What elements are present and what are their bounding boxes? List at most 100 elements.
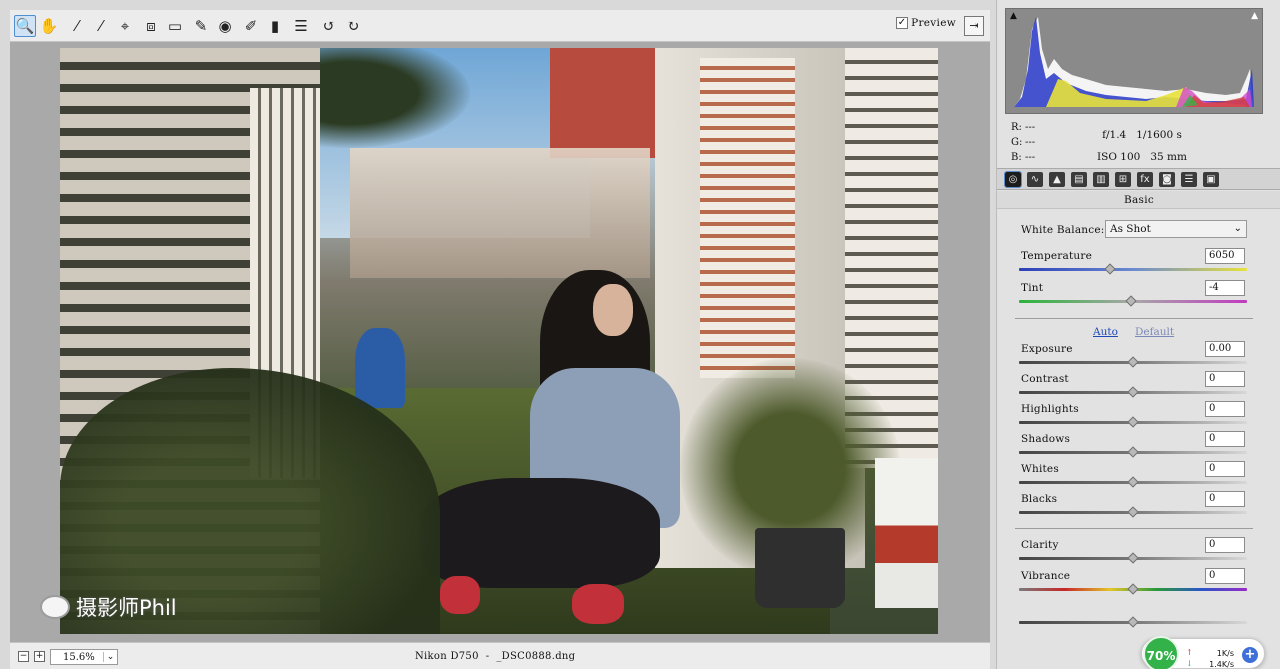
network-speed-widget[interactable]: 70% ↑ 1K/s ↓ 1.4K/s +	[1141, 636, 1265, 669]
temperature-label: Temperature	[1021, 250, 1092, 262]
preview-label: Preview	[911, 17, 956, 29]
tab-snapshots-icon[interactable]: ▣	[1203, 172, 1219, 187]
photo-pergola	[350, 148, 650, 278]
clarity-slider-thumb[interactable]	[1127, 552, 1139, 564]
zoom-out-button[interactable]: −	[18, 651, 29, 662]
tab-camera-calibration-icon[interactable]: ◙	[1159, 172, 1175, 187]
vibrance-value-field[interactable]: 0	[1205, 568, 1245, 584]
tab-hsl-icon[interactable]: ▤	[1071, 172, 1087, 187]
rotate-ccw-tool-icon[interactable]: ↺	[318, 15, 340, 37]
b-value: ---	[1025, 152, 1036, 163]
chevron-down-icon: ⌄	[103, 652, 117, 662]
temperature-value-field[interactable]: 6050	[1205, 248, 1245, 264]
preview-checkbox[interactable]: ✓	[896, 17, 909, 29]
temperature-slider-track[interactable]	[1019, 268, 1247, 271]
zoom-in-button[interactable]: +	[34, 651, 45, 662]
tab-lens-corrections-icon[interactable]: ⊞	[1115, 172, 1131, 187]
highlights-slider-thumb[interactable]	[1127, 416, 1139, 428]
tint-slider-thumb[interactable]	[1125, 295, 1137, 307]
shadows-slider-thumb[interactable]	[1127, 446, 1139, 458]
contrast-slider-thumb[interactable]	[1127, 386, 1139, 398]
whites-value-field[interactable]: 0	[1205, 461, 1245, 477]
blacks-value-field[interactable]: 0	[1205, 491, 1245, 507]
clarity-value-field[interactable]: 0	[1205, 537, 1245, 553]
white-balance-select[interactable]: As Shot ⌄	[1105, 220, 1247, 238]
rgb-readout: R: --- G: --- B: ---	[1011, 120, 1035, 165]
crop-tool-icon[interactable]: ⧈	[140, 15, 162, 37]
file-info[interactable]: Nikon D750 - _DSC0888.dng	[415, 651, 575, 662]
divider	[1015, 318, 1253, 319]
contrast-label: Contrast	[1021, 373, 1069, 385]
red-eye-tool-icon[interactable]: ◉	[214, 15, 236, 37]
photo-subject-shoe	[572, 584, 624, 624]
iso-focal: ISO 100 35 mm	[1097, 151, 1187, 163]
shadows-value-field[interactable]: 0	[1205, 431, 1245, 447]
graduated-filter-tool-icon[interactable]: ▮	[264, 15, 286, 37]
tab-detail-icon[interactable]: ▲	[1049, 172, 1065, 187]
tab-split-toning-icon[interactable]: ▥	[1093, 172, 1109, 187]
white-balance-tool-icon[interactable]: ⁄	[66, 15, 88, 37]
photo-bucket	[875, 458, 938, 608]
adjustments-panel: ▲ ▲ R: --- G: --- B: --- f/1.4 1/1600 s ISO…	[996, 0, 1280, 669]
hand-tool-icon[interactable]: ✋	[38, 15, 60, 37]
default-link[interactable]: Default	[1135, 326, 1174, 338]
panel-tabs: ◎ ∿ ▲ ▤ ▥ ⊞ fx ◙ ☰ ▣	[997, 168, 1280, 190]
blacks-label: Blacks	[1021, 493, 1058, 505]
whites-label: Whites	[1021, 463, 1059, 475]
toolbar: ✓ Preview ⇥ 🔍 ✋ ⁄ ⁄ ⌖ ⧈ ▭ ✎ ◉ ✐ ▮ ☰ ↺ ↻	[10, 10, 990, 42]
blacks-slider-thumb[interactable]	[1127, 506, 1139, 518]
tab-presets-icon[interactable]: ☰	[1181, 172, 1197, 187]
straighten-tool-icon[interactable]: ▭	[164, 15, 186, 37]
tab-fx-icon[interactable]: fx	[1137, 172, 1153, 187]
white-balance-label: White Balance:	[1021, 224, 1105, 236]
g-value: ---	[1025, 137, 1036, 148]
b-label: B:	[1011, 152, 1022, 163]
preferences-tool-icon[interactable]: ☰	[290, 15, 312, 37]
clarity-label: Clarity	[1021, 539, 1059, 551]
download-speed: 1.4K/s	[1209, 660, 1234, 669]
color-sampler-tool-icon[interactable]: ⁄	[90, 15, 112, 37]
section-title: Basic	[997, 191, 1280, 209]
photo-blue-tarp	[355, 328, 405, 408]
preview-toggle[interactable]: ✓ Preview	[896, 17, 956, 29]
image-canvas[interactable]	[10, 42, 990, 642]
fullscreen-toggle-icon[interactable]: ⇥	[964, 16, 984, 36]
photo-shutter	[700, 58, 795, 378]
white-balance-value: As Shot	[1110, 223, 1151, 235]
histogram-graph	[1014, 17, 1254, 107]
whites-slider-thumb[interactable]	[1127, 476, 1139, 488]
saturation-slider-thumb[interactable]	[1127, 616, 1139, 628]
auto-link[interactable]: Auto	[1093, 326, 1118, 338]
photo-preview[interactable]	[60, 48, 938, 634]
plus-icon[interactable]: +	[1242, 647, 1258, 663]
g-label: G:	[1011, 137, 1023, 148]
chevron-down-icon: ⌄	[1233, 223, 1242, 234]
shadows-label: Shadows	[1021, 433, 1071, 445]
tint-label: Tint	[1021, 282, 1044, 294]
spot-removal-tool-icon[interactable]: ✎	[190, 15, 212, 37]
targeted-adjustment-tool-icon[interactable]: ⌖	[114, 15, 136, 37]
vibrance-slider-thumb[interactable]	[1127, 583, 1139, 595]
aperture-shutter: f/1.4 1/1600 s	[1102, 129, 1182, 141]
zoom-value: 15.6%	[63, 651, 95, 663]
photo-subject-shoe	[440, 576, 480, 614]
network-percent: 70%	[1143, 636, 1179, 669]
exposure-label: Exposure	[1021, 343, 1073, 355]
tab-tone-curve-icon[interactable]: ∿	[1027, 172, 1043, 187]
watermark: 摄影师Phil	[40, 592, 177, 622]
temperature-slider-thumb[interactable]	[1104, 263, 1116, 275]
adjustment-brush-tool-icon[interactable]: ✐	[240, 15, 262, 37]
r-label: R:	[1011, 122, 1022, 133]
zoom-tool-icon[interactable]: 🔍	[14, 15, 36, 37]
zoom-select[interactable]: 15.6% ⌄	[50, 649, 118, 665]
wechat-logo-icon	[40, 595, 70, 619]
highlights-value-field[interactable]: 0	[1205, 401, 1245, 417]
exposure-slider-thumb[interactable]	[1127, 356, 1139, 368]
tab-basic-icon[interactable]: ◎	[1004, 171, 1022, 188]
photo-subject-face	[593, 284, 633, 336]
exposure-value-field[interactable]: 0.00	[1205, 341, 1245, 357]
tint-value-field[interactable]: -4	[1205, 280, 1245, 296]
rotate-cw-tool-icon[interactable]: ↻	[342, 15, 364, 37]
contrast-value-field[interactable]: 0	[1205, 371, 1245, 387]
histogram: ▲ ▲	[1005, 8, 1263, 114]
